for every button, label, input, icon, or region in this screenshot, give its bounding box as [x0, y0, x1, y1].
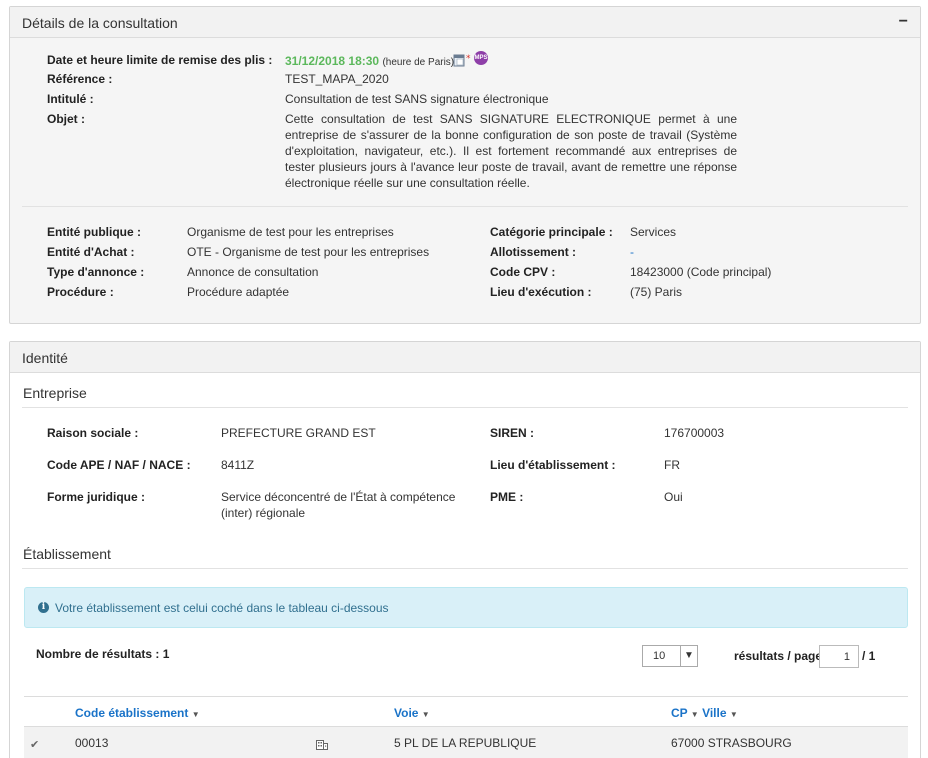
calendar-add-icon[interactable]: *: [453, 53, 473, 70]
info-alert-text: Votre établissement est celui coché dans…: [55, 601, 389, 615]
check-icon: ✔: [30, 739, 40, 751]
objet-label: Objet :: [47, 112, 85, 126]
date-value: 31/12/2018 18:30: [285, 54, 380, 68]
mps-badge-icon: MPS: [474, 51, 488, 65]
etablissement-title: Établissement: [23, 546, 111, 562]
reference-value: TEST_MAPA_2020: [285, 72, 389, 86]
categorie-label: Catégorie principale :: [490, 225, 613, 239]
lieu-etablissement-label: Lieu d'établissement :: [490, 458, 616, 472]
date-label: Date et heure limite de remise des plis …: [47, 53, 273, 67]
entite-publique-value: Organisme de test pour les entreprises: [187, 225, 394, 239]
per-page-value: 10: [653, 650, 666, 662]
procedure-value: Procédure adaptée: [187, 285, 290, 299]
forme-juridique-value-line2: (inter) régionale: [221, 506, 306, 520]
code-cpv-label: Code CPV :: [490, 265, 556, 279]
allotissement-value: -: [630, 245, 634, 259]
siren-value: 176700003: [664, 426, 725, 440]
pme-label: PME :: [490, 490, 524, 504]
type-annonce-label: Type d'annonce :: [47, 265, 145, 279]
lieu-execution-value: (75) Paris: [630, 285, 683, 299]
divider: [22, 206, 908, 207]
identite-panel: Identité Entreprise Raison sociale : PRE…: [9, 341, 921, 758]
divider: [22, 407, 908, 408]
page-total: / 1: [862, 649, 876, 663]
intitule-label: Intitulé :: [47, 92, 94, 106]
code-ape-value: 8411Z: [221, 458, 255, 472]
siren-label: SIREN :: [490, 426, 535, 440]
sort-icon: ▼: [690, 710, 699, 719]
date-note: (heure de Paris): [382, 57, 455, 68]
lieu-execution-label: Lieu d'exécution :: [490, 285, 592, 299]
nb-resultats: Nombre de résultats : 1: [36, 647, 170, 661]
forme-juridique-value-line1: Service déconcentré de l'État à compéten…: [221, 490, 456, 504]
code-cpv-value: 18423000 (Code principal): [630, 265, 772, 279]
type-annonce-value: Annonce de consultation: [187, 265, 319, 279]
divider: [22, 568, 908, 569]
column-cp-ville[interactable]: CP ▼ Ville ▼: [671, 706, 738, 720]
sort-icon: ▼: [421, 710, 430, 719]
info-alert: i Votre établissement est celui coché da…: [24, 587, 908, 628]
raison-sociale-label: Raison sociale :: [47, 426, 139, 440]
per-page-label: résultats / page: [734, 649, 823, 663]
consultation-panel: Détails de la consultation − Date et heu…: [9, 6, 921, 324]
procedure-label: Procédure :: [47, 285, 114, 299]
consultation-title: Détails de la consultation: [22, 15, 178, 31]
sort-icon: ▼: [729, 710, 738, 719]
raison-sociale-value: PREFECTURE GRAND EST: [221, 426, 376, 440]
entreprise-title: Entreprise: [23, 385, 87, 401]
row-voie: 5 PL DE LA REPUBLIQUE: [394, 736, 537, 750]
allotissement-label: Allotissement :: [490, 245, 577, 259]
table-row[interactable]: ✔ 00013 5 PL DE LA REPUBLIQUE 67000 STRA…: [24, 727, 908, 758]
row-code: 00013: [75, 736, 109, 750]
entite-achat-value: OTE - Organisme de test pour les entrepr…: [187, 245, 430, 259]
chevron-down-icon[interactable]: ▼: [680, 646, 697, 666]
forme-juridique-label: Forme juridique :: [47, 490, 146, 504]
identite-title: Identité: [22, 350, 68, 366]
consultation-panel-header[interactable]: Détails de la consultation −: [10, 7, 920, 38]
code-ape-label: Code APE / NAF / NACE :: [47, 458, 191, 472]
entite-achat-label: Entité d'Achat :: [47, 245, 135, 259]
lieu-etablissement-value: FR: [664, 458, 680, 472]
svg-text:*: *: [466, 54, 471, 64]
row-cp-ville: 67000 STRASBOURG: [671, 736, 792, 750]
objet-value: Cette consultation de test SANS SIGNATUR…: [285, 112, 737, 190]
reference-label: Référence :: [47, 72, 113, 86]
pme-value: Oui: [664, 490, 683, 504]
per-page-select[interactable]: 10 ▼: [642, 645, 698, 667]
entite-publique-label: Entité publique :: [47, 225, 141, 239]
info-icon: i: [38, 602, 49, 613]
identite-panel-header[interactable]: Identité: [10, 342, 920, 373]
page-input[interactable]: 1: [819, 645, 859, 668]
table-top-border: [24, 696, 908, 697]
intitule-value: Consultation de test SANS signature élec…: [285, 92, 549, 106]
column-voie[interactable]: Voie ▼: [394, 706, 430, 720]
collapse-icon[interactable]: −: [899, 13, 908, 31]
column-code-etablissement[interactable]: Code établissement ▼: [75, 706, 200, 720]
categorie-value: Services: [630, 225, 677, 239]
building-icon[interactable]: [316, 739, 328, 750]
date-value-group: 31/12/2018 18:30 (heure de Paris): [285, 54, 454, 68]
sort-icon: ▼: [191, 710, 200, 719]
